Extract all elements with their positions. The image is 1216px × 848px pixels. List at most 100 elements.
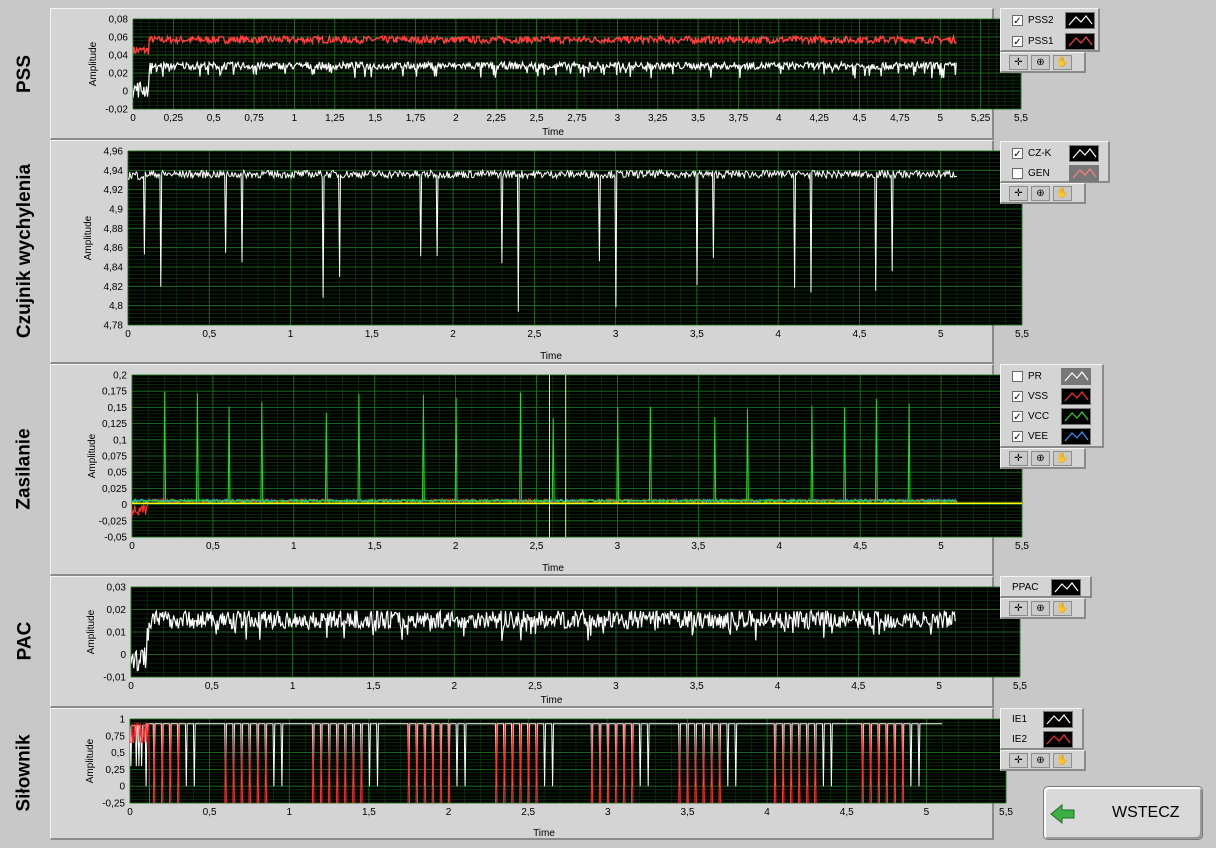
x-tick-label: 3,5: [681, 807, 695, 818]
plot-legend-pss: ✓ PSS2 ✓ PSS1: [1000, 8, 1100, 52]
x-axis-label: Time: [541, 695, 563, 706]
graph-palette-zasilanie: ✛ ⊕ ✋: [1000, 448, 1086, 469]
x-tick-label: 1,5: [362, 807, 376, 818]
waveform-graph-zasilanie[interactable]: 0 0,5 1 1,5 2 2,5 3 3,5 4 4,5 5 5,5 0,2 0,175 0,15 0,12…: [51, 365, 1029, 577]
zoom-icon[interactable]: ⊕: [1031, 451, 1050, 466]
legend-checkbox[interactable]: [1012, 168, 1023, 179]
pan-hand-icon[interactable]: ✋: [1053, 55, 1072, 70]
plot-area[interactable]: [130, 719, 1006, 803]
legend-checkbox[interactable]: ✓: [1012, 148, 1023, 160]
waveform-graph-silownik[interactable]: 0 0,5 1 1,5 2 2,5 3 3,5 4 4,5 5 5,510,750,50,250-0,…: [51, 709, 1013, 841]
plot-style-swatch-icon[interactable]: [1061, 368, 1091, 385]
legend-item-ie1[interactable]: IE1: [1001, 709, 1085, 730]
x-tick-label: 2,25: [487, 113, 507, 124]
y-tick-label: 4,82: [104, 282, 124, 293]
y-tick-label: 0,03: [107, 583, 127, 594]
legend-item-ppac[interactable]: PPAC: [1001, 577, 1093, 598]
legend-checkbox[interactable]: ✓: [1012, 36, 1023, 48]
x-tick-label: 0: [128, 681, 134, 692]
x-tick-label: 3,5: [691, 541, 705, 552]
plot-style-swatch-icon[interactable]: [1069, 145, 1099, 162]
row-label-pac: PAC: [0, 576, 50, 706]
zoom-icon[interactable]: ⊕: [1031, 55, 1050, 70]
back-button[interactable]: WSTECZ: [1043, 786, 1203, 840]
cursor-move-icon[interactable]: ✛: [1009, 55, 1028, 70]
plot-style-swatch-icon[interactable]: [1043, 731, 1073, 748]
legend-label: VSS: [1028, 391, 1049, 402]
x-tick-label: 1,75: [406, 113, 426, 124]
legend-item-vee[interactable]: ✓ VEE: [1001, 426, 1105, 447]
x-axis-label: Time: [533, 828, 555, 839]
x-tick-label: 2: [446, 807, 452, 818]
waveform-graph-czujnik[interactable]: 0 0,5 1 1,5 2 2,5 3 3,5 4 4,5 5 5,5 4,96 4,94 4,92 4,9 4…: [51, 141, 1029, 365]
legend-item-pss1[interactable]: ✓ PSS1: [1001, 31, 1101, 52]
plot-style-swatch-icon[interactable]: [1043, 711, 1073, 728]
legend-checkbox[interactable]: ✓: [1012, 15, 1023, 27]
legend-item-pr[interactable]: PR: [1001, 366, 1105, 387]
row-label-czujnik: Czujnik wychylenia: [0, 140, 50, 362]
x-tick-label: 4: [775, 681, 781, 692]
cursor-move-icon[interactable]: ✛: [1009, 601, 1028, 616]
x-tick-label: 1,5: [368, 113, 382, 124]
cursor-move-icon[interactable]: ✛: [1009, 753, 1028, 768]
plot-style-swatch-icon[interactable]: [1065, 12, 1095, 29]
zoom-icon[interactable]: ⊕: [1031, 601, 1050, 616]
y-tick-label: 0: [120, 650, 126, 661]
waveform-graph-pac[interactable]: 0 0,5 1 1,5 2 2,5 3 3,5 4 4,5 5 5,50,030,020,010-0,…: [51, 577, 1027, 709]
y-tick-label: 0: [121, 500, 127, 511]
pan-hand-icon[interactable]: ✋: [1053, 451, 1072, 466]
plot-style-swatch-icon[interactable]: [1065, 33, 1095, 50]
plot-style-swatch-icon[interactable]: [1061, 408, 1091, 425]
cursor-move-icon[interactable]: ✛: [1009, 451, 1028, 466]
y-tick-label: 0,125: [102, 419, 127, 430]
pan-hand-icon[interactable]: ✋: [1053, 186, 1072, 201]
plot-style-swatch-icon[interactable]: [1061, 428, 1091, 445]
legend-checkbox[interactable]: ✓: [1012, 391, 1023, 403]
x-tick-label: 0: [125, 329, 131, 340]
x-tick-label: 4: [764, 807, 770, 818]
legend-item-vss[interactable]: ✓ VSS: [1001, 386, 1105, 407]
y-tick-label: 0: [122, 87, 128, 98]
x-tick-label: 2: [453, 541, 459, 552]
y-tick-label: 4,94: [104, 166, 124, 177]
plot-style-swatch-icon[interactable]: [1051, 579, 1081, 596]
legend-item-gen[interactable]: GEN: [1001, 163, 1111, 184]
legend-checkbox[interactable]: ✓: [1012, 431, 1023, 443]
pan-hand-icon[interactable]: ✋: [1053, 601, 1072, 616]
cursor-move-icon[interactable]: ✛: [1009, 186, 1028, 201]
waveform-graph-pss[interactable]: 0 0,25 0,5 0,75 1 1,25 1,5 1,75 2 2,25 2,5 2,75 3 3,2…: [51, 9, 1028, 141]
plot-legend-czujnik: ✓ CZ-K GEN: [1000, 141, 1110, 183]
pan-hand-icon[interactable]: ✋: [1053, 753, 1072, 768]
x-axis-label: Time: [542, 563, 564, 574]
back-button-label: WSTECZ: [1112, 804, 1180, 821]
plot-style-swatch-icon[interactable]: [1061, 388, 1091, 405]
zoom-icon[interactable]: ⊕: [1031, 186, 1050, 201]
y-axis-label: Amplitude: [88, 41, 99, 86]
x-axis-label: Time: [542, 127, 564, 138]
legend-item-ie2[interactable]: IE2: [1001, 729, 1085, 750]
y-tick-label: 0,01: [107, 628, 127, 639]
plot-legend-pac: PPAC: [1000, 576, 1092, 598]
y-tick-label: 0,75: [106, 731, 126, 742]
legend-item-czk[interactable]: ✓ CZ-K: [1001, 143, 1111, 164]
x-tick-label: 0,25: [164, 113, 184, 124]
y-tick-label: 0,025: [102, 484, 127, 495]
plot-legend-silownik: IE1 IE2: [1000, 708, 1084, 750]
plot-style-swatch-icon[interactable]: [1069, 165, 1099, 182]
y-tick-label: 4,8: [109, 301, 123, 312]
legend-label: PR: [1028, 371, 1042, 382]
zoom-icon[interactable]: ⊕: [1031, 753, 1050, 768]
legend-label: VCC: [1028, 411, 1050, 422]
x-tick-label: 2: [453, 113, 459, 124]
x-tick-label: 5: [936, 681, 942, 692]
plot-area[interactable]: [128, 151, 1022, 325]
x-tick-label: 3: [613, 329, 619, 340]
legend-checkbox[interactable]: ✓: [1012, 411, 1023, 423]
y-tick-label: 0,04: [109, 51, 129, 62]
legend-label: CZ-K: [1028, 148, 1052, 159]
legend-checkbox[interactable]: [1012, 371, 1023, 382]
legend-item-pss2[interactable]: ✓ PSS2: [1001, 10, 1101, 31]
legend-item-vcc[interactable]: ✓ VCC: [1001, 406, 1105, 427]
x-tick-label: 0,5: [205, 681, 219, 692]
graph-palette-czujnik: ✛ ⊕ ✋: [1000, 183, 1086, 204]
